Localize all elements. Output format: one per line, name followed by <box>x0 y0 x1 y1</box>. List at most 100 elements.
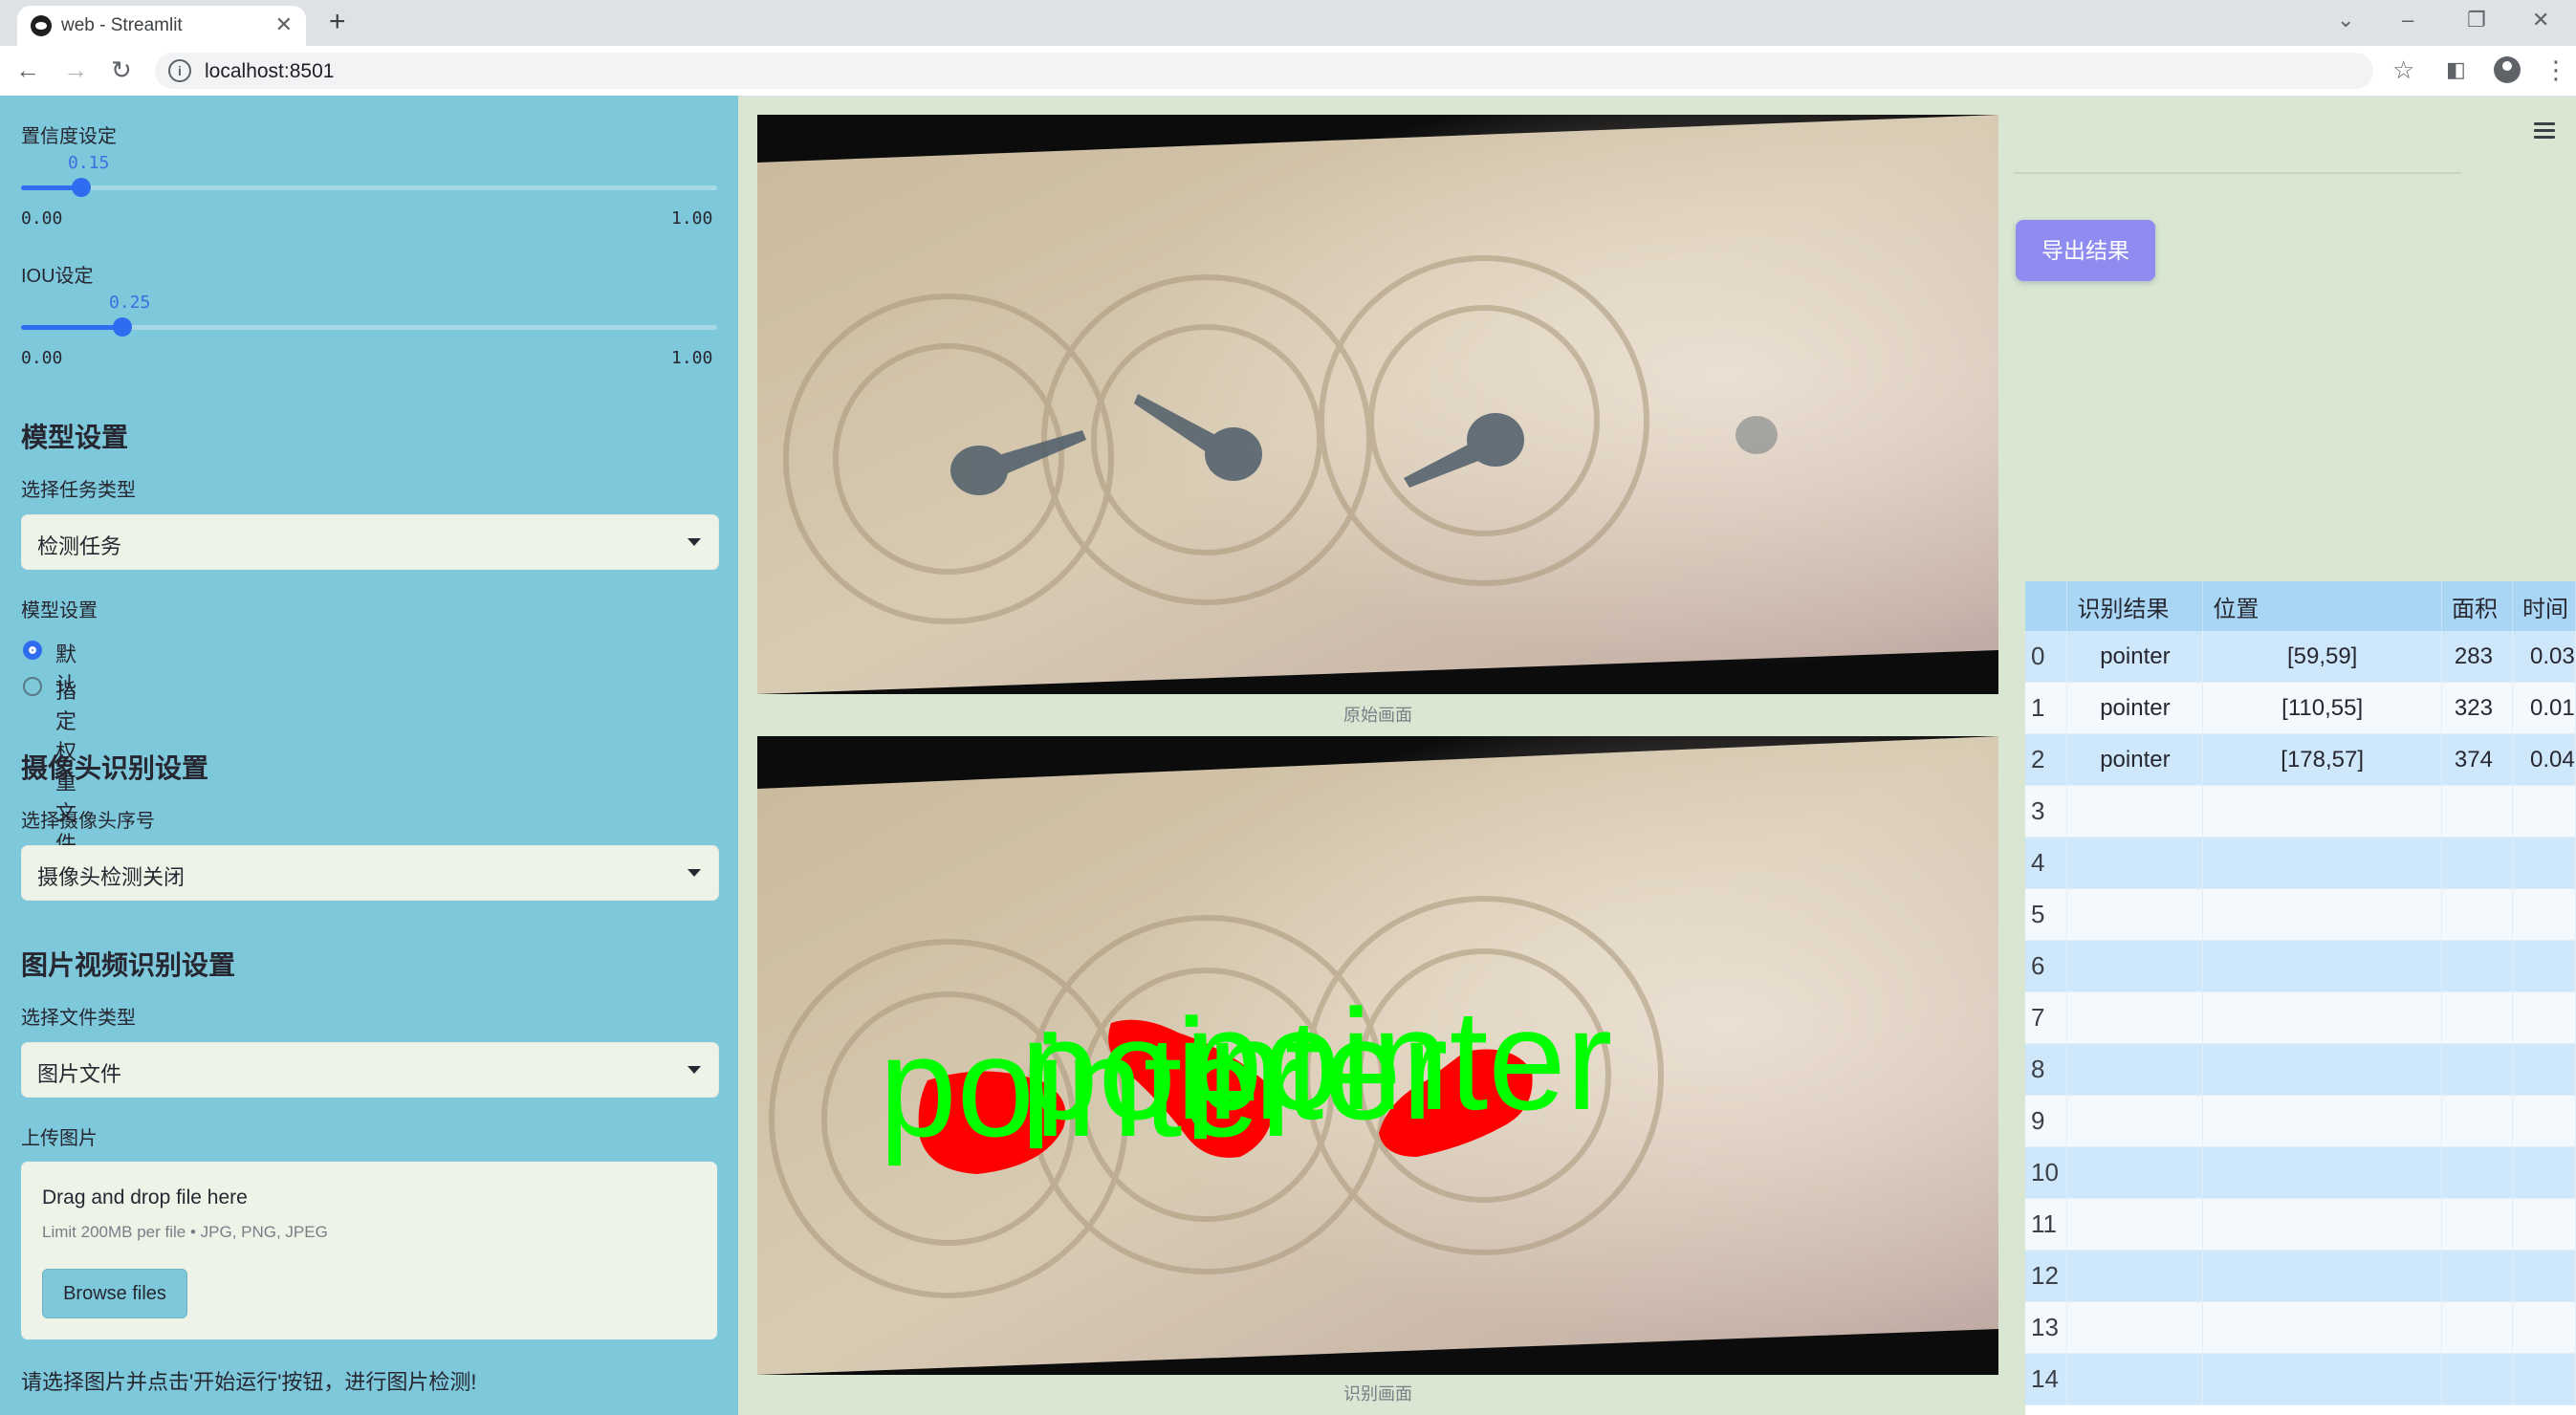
table-cell <box>2512 1198 2576 1251</box>
row-index: 12 <box>2025 1250 2068 1302</box>
row-index: 7 <box>2025 991 2068 1044</box>
divider <box>2014 172 2461 174</box>
restore-icon[interactable]: ❐ <box>2467 8 2486 33</box>
iou-max: 1.00 <box>671 348 713 368</box>
table-row[interactable]: 1 pointer [110,55] 323 0.01 <box>2025 682 2576 734</box>
table-cell <box>2512 1095 2576 1147</box>
table-cell <box>2202 837 2442 889</box>
file-dropzone[interactable]: Drag and drop file here Limit 200MB per … <box>21 1162 717 1339</box>
site-info-icon[interactable]: i <box>168 59 191 82</box>
table-row[interactable]: 13 <box>2025 1301 2576 1354</box>
forward-icon[interactable]: → <box>63 55 88 85</box>
result-image: pointer pointer pointer <box>757 736 1998 1375</box>
address-bar-row: ← → ↻ i localhost:8501 ☆ ◧ ⋮ <box>0 46 2576 97</box>
table-cell <box>2202 1043 2442 1096</box>
table-row[interactable]: 14 <box>2025 1353 2576 1405</box>
table-cell <box>2441 1250 2513 1302</box>
table-cell: 323 <box>2441 682 2513 734</box>
table-row[interactable]: 12 <box>2025 1250 2576 1302</box>
table-cell <box>2512 991 2576 1044</box>
table-cell <box>2202 1301 2442 1354</box>
browser-menu-icon[interactable]: ⋮ <box>2543 55 2568 85</box>
chevron-down-icon <box>688 869 701 877</box>
tab-search-icon[interactable]: ⌄ <box>2337 8 2354 33</box>
sidebar: 置信度设定 0.15 0.00 1.00 IOU设定 0.25 0.00 1.0… <box>0 96 738 1415</box>
row-index: 6 <box>2025 940 2068 992</box>
table-row[interactable]: 7 <box>2025 991 2576 1044</box>
table-row[interactable]: 2 pointer [178,57] 374 0.04 <box>2025 733 2576 786</box>
iou-slider-fill <box>21 325 122 330</box>
table-cell <box>2441 940 2513 992</box>
confidence-slider[interactable] <box>21 178 717 197</box>
table-cell: [59,59] <box>2202 631 2442 683</box>
table-cell: 0.01 <box>2512 682 2576 734</box>
tab-close-icon[interactable]: ✕ <box>275 12 293 37</box>
row-index: 2 <box>2025 733 2068 786</box>
results-table[interactable]: 识别结果 位置 面积 时间 0 pointer [59,59] 283 0.03 1 pointe… <box>2025 581 2576 1415</box>
table-header-cell[interactable]: 面积 <box>2441 581 2513 631</box>
url-field[interactable]: i localhost:8501 <box>155 53 2373 89</box>
table-cell <box>2512 1353 2576 1405</box>
row-index: 14 <box>2025 1353 2068 1405</box>
table-row[interactable]: 9 <box>2025 1095 2576 1147</box>
table-cell <box>2066 837 2204 889</box>
profile-avatar-icon[interactable] <box>2494 56 2521 83</box>
task-type-value: 检测任务 <box>37 534 122 558</box>
table-header-cell[interactable] <box>2025 581 2068 631</box>
dropzone-limit: Limit 200MB per file • JPG, PNG, JPEG <box>42 1223 328 1241</box>
model-setting-label: 模型设置 <box>21 600 98 621</box>
row-index: 8 <box>2025 1043 2068 1096</box>
camera-select[interactable]: 摄像头检测关闭 <box>21 845 719 901</box>
table-cell: pointer <box>2066 733 2204 786</box>
new-tab-icon[interactable]: + <box>329 6 346 38</box>
table-cell <box>2066 1043 2204 1096</box>
radio-unselected-icon[interactable] <box>23 677 42 696</box>
table-row[interactable]: 6 <box>2025 940 2576 992</box>
model-settings-header: 模型设置 <box>21 423 129 452</box>
table-row[interactable]: 11 <box>2025 1198 2576 1251</box>
table-cell <box>2066 1198 2204 1251</box>
bookmark-star-icon[interactable]: ☆ <box>2392 55 2414 85</box>
camera-settings-header: 摄像头识别设置 <box>21 753 209 783</box>
task-type-label: 选择任务类型 <box>21 480 136 501</box>
task-type-select[interactable]: 检测任务 <box>21 514 719 570</box>
table-row[interactable]: 3 <box>2025 785 2576 838</box>
table-cell <box>2441 785 2513 838</box>
hamburger-menu-icon[interactable] <box>2534 122 2555 142</box>
iou-label: IOU设定 <box>21 266 94 287</box>
browser-tab[interactable]: web - Streamlit ✕ <box>17 6 306 46</box>
table-row[interactable]: 0 pointer [59,59] 283 0.03 <box>2025 631 2576 683</box>
table-cell <box>2512 785 2576 838</box>
table-cell <box>2441 1146 2513 1199</box>
file-type-select[interactable]: 图片文件 <box>21 1042 719 1098</box>
table-header-cell[interactable]: 时间 <box>2512 581 2576 631</box>
table-cell: [178,57] <box>2202 733 2442 786</box>
table-row[interactable]: 5 <box>2025 888 2576 941</box>
confidence-slider-thumb[interactable] <box>72 178 91 197</box>
table-cell: 283 <box>2441 631 2513 683</box>
table-row[interactable]: 8 <box>2025 1043 2576 1096</box>
table-row[interactable]: 4 <box>2025 837 2576 889</box>
original-image <box>757 115 1998 694</box>
detection-label-3: pointer <box>1185 979 1612 1140</box>
browse-files-button[interactable]: Browse files <box>42 1269 187 1318</box>
reload-icon[interactable]: ↻ <box>111 55 132 85</box>
window-close-icon[interactable]: ✕ <box>2532 8 2549 33</box>
export-results-button[interactable]: 导出结果 <box>2016 220 2155 281</box>
iou-slider-thumb[interactable] <box>113 317 132 337</box>
iou-value: 0.25 <box>109 293 151 313</box>
table-cell: 0.03 <box>2512 631 2576 683</box>
side-panel-icon[interactable]: ◧ <box>2446 57 2466 82</box>
browser-tabbar: web - Streamlit ✕ + ⌄ – ❐ ✕ <box>0 0 2576 46</box>
back-icon[interactable]: ← <box>15 55 40 85</box>
minimize-icon[interactable]: – <box>2402 8 2413 33</box>
radio-selected-icon[interactable] <box>23 641 42 660</box>
upload-hint: 请选择图片并点击'开始运行'按钮，进行图片检测! <box>21 1370 477 1394</box>
iou-slider[interactable] <box>21 317 717 337</box>
row-index: 0 <box>2025 631 2068 683</box>
url-text: localhost:8501 <box>205 60 335 82</box>
table-row[interactable]: 10 <box>2025 1146 2576 1199</box>
table-header-cell[interactable]: 识别结果 <box>2066 581 2204 631</box>
table-header-cell[interactable]: 位置 <box>2202 581 2442 631</box>
table-cell <box>2441 837 2513 889</box>
